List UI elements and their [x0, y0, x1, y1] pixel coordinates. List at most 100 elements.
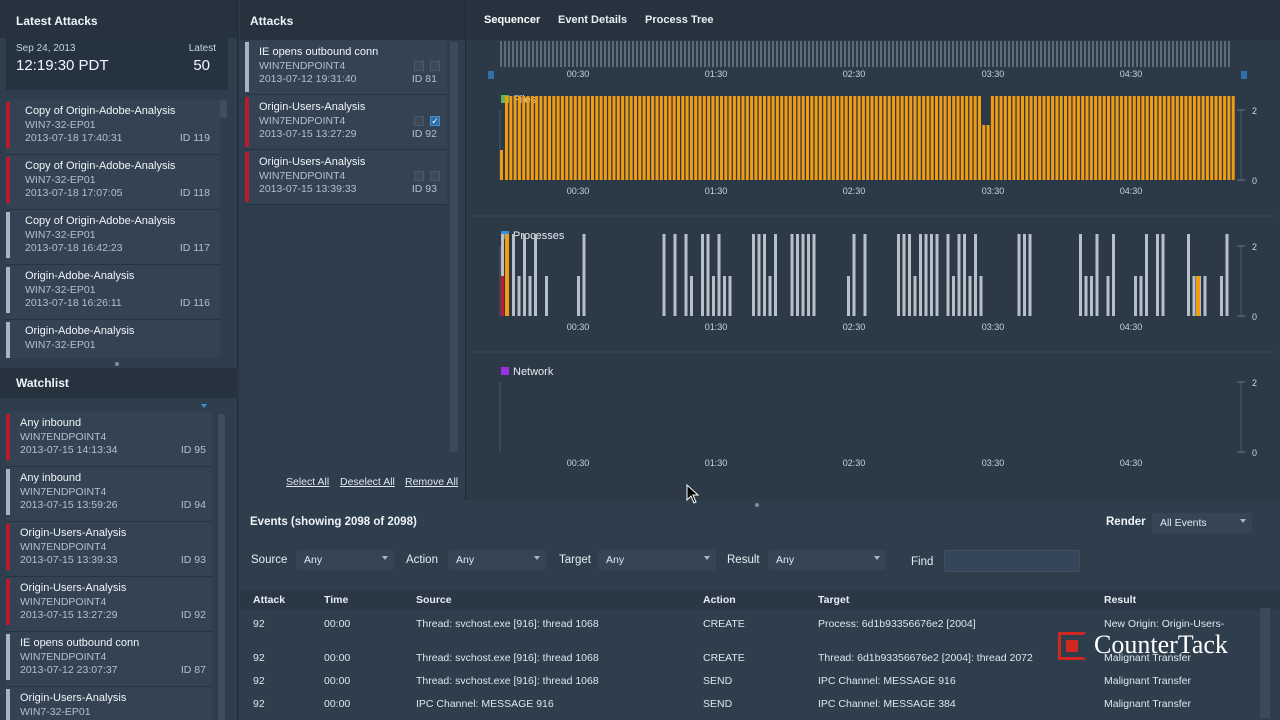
files-bar: [1193, 96, 1196, 180]
overview-tick: [668, 41, 670, 67]
overview-tick: [704, 41, 706, 67]
overview-tick: [1044, 41, 1046, 67]
files-bar: [849, 96, 852, 180]
attacks-panel-scrollbar[interactable]: [450, 42, 458, 452]
list-item[interactable]: IE opens outbound conn WIN7ENDPOINT4 2013-…: [6, 632, 212, 687]
filter-checkbox[interactable]: [414, 61, 424, 71]
overview-tick: [792, 41, 794, 67]
process-bar: [523, 234, 526, 316]
files-bar: [1184, 96, 1188, 180]
list-item[interactable]: Origin-Users-Analysis WIN7ENDPOINT4 2013-0…: [6, 577, 212, 632]
files-bar: [1188, 96, 1192, 180]
col-action[interactable]: Action: [703, 594, 736, 606]
files-bar: [556, 96, 560, 180]
list-item[interactable]: Copy of Origin-Adobe-Analysis WIN7-32-EP0…: [6, 210, 220, 265]
filter-checkbox[interactable]: [414, 171, 424, 181]
files-bar: [535, 96, 539, 180]
tab-event-details[interactable]: Event Details: [558, 14, 627, 26]
files-bar: [612, 96, 616, 180]
source-filter-label: Source: [251, 554, 288, 566]
render-select[interactable]: All Events: [1152, 513, 1252, 533]
events-panel: Events (showing 2098 of 2098) Render All…: [240, 500, 1280, 720]
selected-attack-item[interactable]: Origin-Users-Analysis WIN7ENDPOINT4 2013-0…: [245, 150, 447, 205]
action-filter-select[interactable]: Any: [448, 550, 546, 570]
deselect-all-link[interactable]: Deselect All: [340, 476, 395, 488]
overview-tick: [772, 41, 774, 67]
sequencer-chart[interactable]: 00:3001:3002:3003:3004:30Files2000:3001:…: [467, 40, 1280, 500]
remove-all-link[interactable]: Remove All: [405, 476, 458, 488]
watchlist-scrollbar[interactable]: [218, 414, 225, 720]
overview-tick: [1104, 41, 1106, 67]
files-bar: [668, 96, 672, 180]
files-bar: [784, 96, 788, 180]
tab-sequencer[interactable]: Sequencer: [484, 14, 540, 26]
overview-tick: [1012, 41, 1014, 67]
list-item[interactable]: Origin-Users-Analysis WIN7ENDPOINT4 2013-0…: [6, 522, 212, 577]
select-checkbox[interactable]: [430, 61, 440, 71]
action-filter-value: Any: [456, 554, 475, 566]
files-bar: [1128, 96, 1132, 180]
overview-tick: [640, 41, 642, 67]
list-item[interactable]: Origin-Users-Analysis WIN7-32-EP01: [6, 687, 212, 720]
filter-checkbox[interactable]: [414, 116, 424, 126]
overview-tick: [540, 41, 542, 67]
overview-tick: [608, 41, 610, 67]
overview-tick: [544, 41, 546, 67]
overview-tick: [784, 41, 786, 67]
target-filter-select[interactable]: Any: [598, 550, 716, 570]
table-row[interactable]: 92 00:00 Thread: svchost.exe [916]: thread…: [240, 670, 1270, 692]
overview-tick: [504, 41, 506, 67]
latest-attacks-scrollbar[interactable]: [220, 100, 227, 118]
item-host: WIN7ENDPOINT4: [20, 651, 107, 663]
process-bar: [1220, 276, 1223, 316]
result-filter-select[interactable]: Any: [768, 550, 886, 570]
files-bar: [806, 96, 809, 180]
overview-tick: [864, 41, 866, 67]
tab-process-tree[interactable]: Process Tree: [645, 14, 714, 26]
list-item[interactable]: Copy of Origin-Adobe-Analysis WIN7-32-EP0…: [6, 155, 220, 210]
select-checkbox[interactable]: ✓: [430, 116, 440, 126]
mouse-cursor-icon: [686, 484, 700, 504]
status-indicator: [6, 634, 10, 680]
overview-x-tick-label: 03:30: [982, 69, 1005, 79]
item-date: 2013-07-15 13:39:33: [20, 554, 118, 566]
overview-tick: [572, 41, 574, 67]
overview-tick: [1020, 41, 1022, 67]
files-bar: [732, 96, 736, 180]
col-time[interactable]: Time: [324, 594, 348, 606]
selected-attack-item[interactable]: Origin-Users-Analysis WIN7ENDPOINT4 2013-0…: [245, 95, 447, 150]
files-bar: [711, 96, 715, 180]
list-item[interactable]: Origin-Adobe-Analysis WIN7-32-EP01 2013-07…: [6, 265, 220, 320]
table-row[interactable]: 92 00:00 IPC Channel: MESSAGE 916 SEND IPC C…: [240, 693, 1270, 715]
source-filter-select[interactable]: Any: [296, 550, 394, 570]
select-all-link[interactable]: Select All: [286, 476, 329, 488]
events-scrollbar[interactable]: [1260, 608, 1270, 718]
sort-indicator-icon[interactable]: [201, 404, 207, 408]
col-source[interactable]: Source: [416, 594, 452, 606]
list-item[interactable]: Origin-Adobe-Analysis WIN7-32-EP01: [6, 320, 220, 358]
cell-action: SEND: [703, 698, 733, 710]
selected-attack-item[interactable]: IE opens outbound conn WIN7ENDPOINT4 2013-…: [245, 40, 447, 95]
find-input[interactable]: [944, 550, 1080, 572]
col-result[interactable]: Result: [1104, 594, 1136, 606]
list-item[interactable]: Copy of Origin-Adobe-Analysis WIN7-32-EP0…: [6, 100, 220, 155]
list-item[interactable]: Any inbound WIN7ENDPOINT4 2013-07-15 14:13…: [6, 412, 212, 467]
cell-source: IPC Channel: MESSAGE 916: [416, 698, 554, 710]
col-attack[interactable]: Attack: [253, 594, 285, 606]
overview-tick: [848, 41, 850, 67]
list-item[interactable]: Any inbound WIN7ENDPOINT4 2013-07-15 13:59…: [6, 467, 212, 522]
item-id: ID 92: [411, 128, 437, 140]
panel-resize-handle[interactable]: [755, 503, 759, 507]
overview-tick: [856, 41, 858, 67]
resize-handle[interactable]: [115, 362, 119, 366]
cell-source: Thread: svchost.exe [916]: thread 1068: [416, 675, 599, 687]
files-bar: [530, 96, 534, 180]
process-bar: [1145, 234, 1148, 316]
select-checkbox[interactable]: [430, 171, 440, 181]
process-bar: [1084, 276, 1088, 316]
col-target[interactable]: Target: [818, 594, 849, 606]
files-bar: [1098, 96, 1102, 180]
attacks-panel-title: Attacks: [240, 0, 465, 40]
overview-tick: [732, 41, 734, 67]
process-bar: [763, 234, 766, 316]
